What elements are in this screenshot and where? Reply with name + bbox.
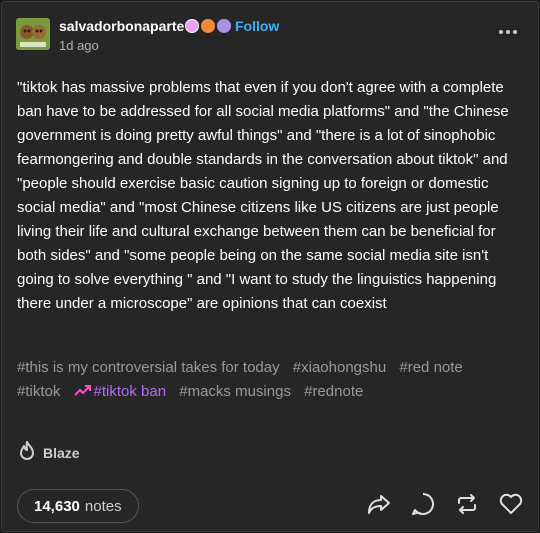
tag-link[interactable]: #red note: [399, 359, 462, 376]
post-timestamp[interactable]: 1d ago: [59, 38, 99, 53]
tag-link-trending[interactable]: #tiktok ban: [94, 383, 167, 400]
post-card: salvadorbonaparte Follow 1d ago "tiktok …: [1, 1, 539, 532]
blaze-button[interactable]: Blaze: [17, 440, 80, 465]
user-badges: [185, 19, 231, 33]
badge-flower-icon: [185, 19, 199, 33]
reply-icon[interactable]: [410, 491, 436, 517]
username[interactable]: salvadorbonaparte: [59, 18, 184, 34]
more-icon[interactable]: [498, 24, 518, 35]
tag-link[interactable]: #macks musings: [179, 383, 291, 400]
badge-ghost-icon: [217, 19, 231, 33]
post-tags: #this is my controversial takes for toda…: [17, 356, 527, 404]
like-icon[interactable]: [498, 491, 524, 517]
notes-label: notes: [84, 497, 122, 515]
trending-icon: [73, 380, 92, 404]
flame-icon: [17, 440, 37, 465]
tag-link[interactable]: #this is my controversial takes for toda…: [17, 359, 280, 376]
share-icon[interactable]: [366, 491, 392, 517]
notes-button[interactable]: 14,630 notes: [17, 489, 139, 523]
post-actions: [366, 491, 524, 517]
tag-link[interactable]: #tiktok: [17, 383, 60, 400]
follow-button[interactable]: Follow: [235, 18, 279, 34]
blaze-label: Blaze: [43, 444, 80, 461]
avatar[interactable]: [16, 18, 50, 50]
tag-link[interactable]: #rednote: [304, 383, 363, 400]
tag-link[interactable]: #xiaohongshu: [293, 359, 386, 376]
post-body: "tiktok has massive problems that even i…: [17, 79, 509, 312]
notes-count: 14,630: [34, 497, 80, 515]
reblog-icon[interactable]: [454, 491, 480, 517]
badge-cookie-icon: [201, 19, 215, 33]
